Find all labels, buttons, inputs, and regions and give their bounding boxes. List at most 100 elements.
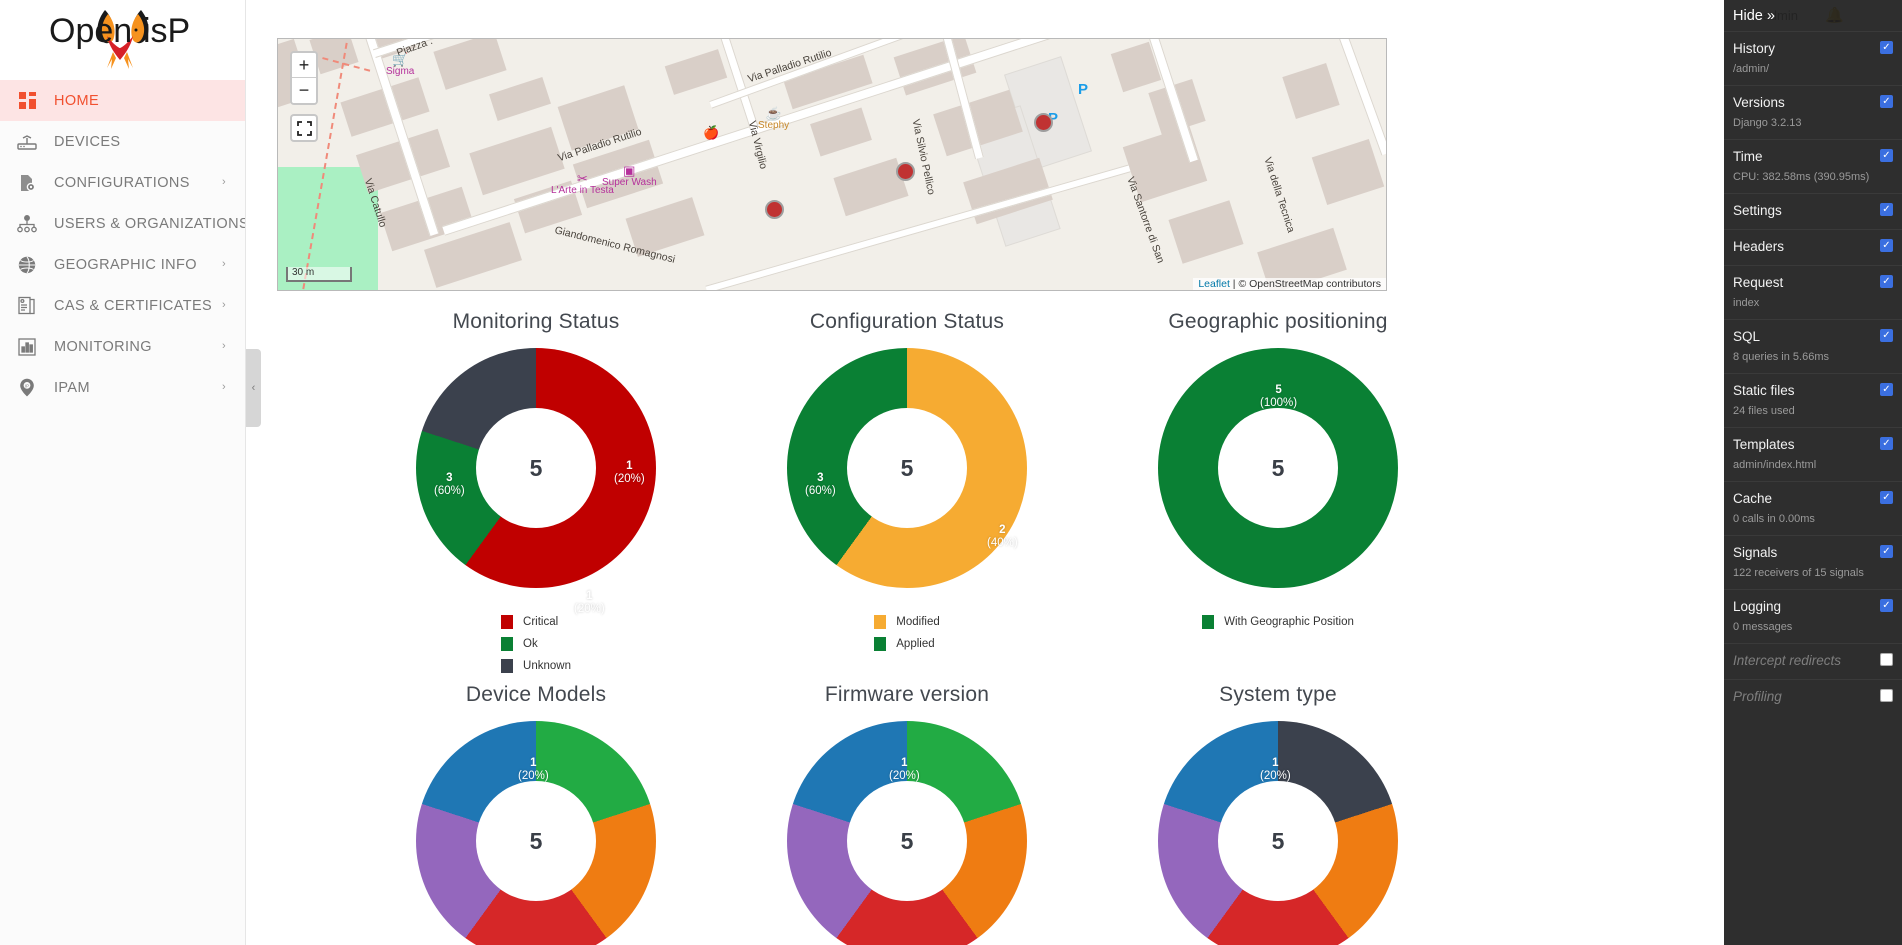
- chart-title: System type: [1038, 683, 1518, 707]
- sidebar-collapse-handle[interactable]: ‹: [246, 349, 261, 427]
- slice-percent: (20%): [518, 770, 549, 782]
- sidebar-item-ipam[interactable]: IPIPAM›: [0, 367, 245, 408]
- map-device-marker[interactable]: [1034, 113, 1053, 132]
- chart-card: System type 51(20%): [1038, 683, 1518, 945]
- org-chart-icon: [14, 213, 40, 235]
- debug-panel-title: SQL: [1733, 328, 1893, 346]
- svg-text:isP: isP: [143, 12, 190, 50]
- sidebar-item-monitoring[interactable]: MONITORING›: [0, 326, 245, 367]
- debug-panel-time[interactable]: TimeCPU: 382.58ms (390.95ms)✓: [1724, 139, 1902, 193]
- poi-glyph-icon: 🍎: [703, 126, 719, 139]
- donut-chart: 51(20%): [1158, 721, 1398, 945]
- debug-panel-cache[interactable]: Cache0 calls in 0.00ms✓: [1724, 481, 1902, 535]
- map-fullscreen-button[interactable]: [290, 114, 318, 142]
- sidebar-item-geographic-info[interactable]: GEOGRAPHIC INFO›: [0, 244, 245, 285]
- debug-panel-checkbox[interactable]: ✓: [1880, 437, 1893, 450]
- debug-panel-checkbox[interactable]: ✓: [1880, 653, 1893, 666]
- map-parking-label: P: [1078, 81, 1088, 98]
- debug-panel-subtitle: Django 3.2.13: [1733, 117, 1893, 130]
- debug-panel-checkbox[interactable]: ✓: [1880, 491, 1893, 504]
- debug-panel-history[interactable]: History/admin/✓: [1724, 31, 1902, 85]
- debug-panel-templates[interactable]: Templatesadmin/index.html✓: [1724, 427, 1902, 481]
- map-pin-ip-icon: IP: [14, 377, 40, 399]
- debug-panel-checkbox[interactable]: ✓: [1880, 203, 1893, 216]
- donut-chart: 51(20%): [416, 721, 656, 945]
- debug-panel-sql[interactable]: SQL8 queries in 5.66ms✓: [1724, 319, 1902, 373]
- slice-percent: (20%): [574, 603, 605, 615]
- debug-panel-headers[interactable]: Headers✓: [1724, 229, 1902, 265]
- debug-hide-button[interactable]: Hide »: [1724, 0, 1902, 31]
- debug-panel-checkbox[interactable]: ✓: [1880, 149, 1893, 162]
- sidebar-item-label: GEOGRAPHIC INFO: [54, 257, 215, 273]
- debug-panel-signals[interactable]: Signals122 receivers of 15 signals✓: [1724, 535, 1902, 589]
- chevron-right-icon: ›: [215, 259, 233, 270]
- debug-panel-title: Static files: [1733, 382, 1893, 400]
- donut-slice-label: 3(60%): [805, 472, 836, 498]
- map-poi: 🛒Sigma: [386, 53, 414, 77]
- chart-legend: With Geographic Position: [1202, 614, 1354, 636]
- map-tiles: [278, 39, 1386, 290]
- legend-swatch-icon: [1202, 615, 1214, 629]
- legend-item[interactable]: Modified: [874, 614, 939, 630]
- leaflet-link[interactable]: Leaflet: [1198, 278, 1230, 290]
- map-building: [489, 77, 551, 121]
- legend-item[interactable]: Critical: [501, 614, 571, 630]
- debug-panel-profiling[interactable]: Profiling✓: [1724, 679, 1902, 715]
- chart-legend: Critical Ok Unknown: [501, 614, 571, 680]
- map-zoom-out-button[interactable]: −: [292, 78, 316, 103]
- sidebar-item-label: USERS & ORGANIZATIONS: [54, 216, 246, 232]
- debug-panel-subtitle: CPU: 382.58ms (390.95ms): [1733, 171, 1893, 184]
- debug-panel-checkbox[interactable]: ✓: [1880, 599, 1893, 612]
- sidebar-item-label: DEVICES: [54, 134, 215, 150]
- debug-panel-intercept-redirects[interactable]: Intercept redirects✓: [1724, 643, 1902, 679]
- debug-panel-checkbox[interactable]: ✓: [1880, 545, 1893, 558]
- donut-chart: 53(60%)2(40%): [787, 348, 1027, 588]
- donut-slice-label: 2(40%): [987, 524, 1018, 550]
- debug-panel-checkbox[interactable]: ✓: [1880, 95, 1893, 108]
- debug-panel-checkbox[interactable]: ✓: [1880, 689, 1893, 702]
- django-debug-toolbar: Hide » History/admin/✓VersionsDjango 3.2…: [1724, 0, 1902, 945]
- donut-chart: 51(20%): [787, 721, 1027, 945]
- legend-item[interactable]: With Geographic Position: [1202, 614, 1354, 630]
- slice-value: 1: [889, 757, 920, 770]
- map-zoom-controls[interactable]: + −: [290, 51, 318, 105]
- slice-value: 3: [805, 472, 836, 485]
- debug-panel-checkbox[interactable]: ✓: [1880, 329, 1893, 342]
- map-zoom-in-button[interactable]: +: [292, 53, 316, 78]
- slice-percent: (100%): [1260, 397, 1297, 409]
- chart-legend: Modified Applied: [874, 614, 939, 658]
- debug-panel-checkbox[interactable]: ✓: [1880, 239, 1893, 252]
- donut-slice-label: 3(60%): [434, 472, 465, 498]
- map-poi: ☕Stephy: [758, 107, 789, 131]
- sidebar-item-configurations[interactable]: CONFIGURATIONS›: [0, 162, 245, 203]
- slice-value: 1: [574, 590, 605, 603]
- slice-value: 1: [518, 757, 549, 770]
- debug-panel-versions[interactable]: VersionsDjango 3.2.13✓: [1724, 85, 1902, 139]
- legend-item[interactable]: Applied: [874, 636, 939, 652]
- donut-slice-label: 1(20%): [1260, 757, 1291, 783]
- poi-label: Sigma: [386, 66, 414, 77]
- debug-panel-checkbox[interactable]: ✓: [1880, 275, 1893, 288]
- sidebar-item-home[interactable]: HOME: [0, 80, 245, 121]
- legend-item[interactable]: Ok: [501, 636, 571, 652]
- brand-logo[interactable]: Open isP: [0, 0, 245, 80]
- debug-panel-settings[interactable]: Settings✓: [1724, 193, 1902, 229]
- map-device-marker[interactable]: [765, 200, 784, 219]
- debug-panel-static-files[interactable]: Static files24 files used✓: [1724, 373, 1902, 427]
- debug-panel-checkbox[interactable]: ✓: [1880, 383, 1893, 396]
- legend-item[interactable]: Unknown: [501, 658, 571, 674]
- chevron-right-icon: ›: [215, 300, 233, 311]
- chevron-right-icon: ›: [215, 341, 233, 352]
- sidebar-item-cas-certificates[interactable]: CAS & CERTIFICATES›: [0, 285, 245, 326]
- debug-panel-checkbox[interactable]: ✓: [1880, 41, 1893, 54]
- debug-panel-title: Request: [1733, 274, 1893, 292]
- debug-panel-subtitle: admin/index.html: [1733, 459, 1893, 472]
- map-device-marker[interactable]: [896, 162, 915, 181]
- sidebar-item-devices[interactable]: DEVICES: [0, 121, 245, 162]
- debug-panel-logging[interactable]: Logging0 messages✓: [1724, 589, 1902, 643]
- map-attribution: Leaflet | © OpenStreetMap contributors: [1193, 278, 1386, 290]
- svg-text:Open: Open: [49, 12, 132, 50]
- device-map[interactable]: Piazza .Via Palladio RutilioVia Palladio…: [277, 38, 1387, 291]
- sidebar-item-users-organizations[interactable]: USERS & ORGANIZATIONS›: [0, 203, 245, 244]
- debug-panel-request[interactable]: Requestindex✓: [1724, 265, 1902, 319]
